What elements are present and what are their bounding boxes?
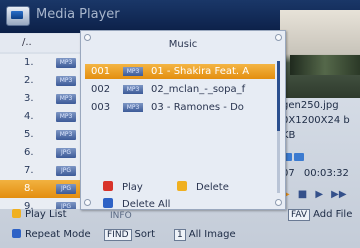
file-number: 2. — [24, 75, 34, 86]
delete-label: Delete — [196, 182, 229, 193]
blue-key-icon — [12, 229, 21, 238]
one-key: 1 — [174, 229, 186, 241]
file-row[interactable]: 1. MP3 — [0, 54, 80, 72]
play-action[interactable]: Play — [103, 181, 143, 193]
all-image-label: All Image — [188, 229, 236, 240]
jpg-file-icon: JPG — [56, 184, 76, 194]
track-name: 01 - Shakira Feat. A — [151, 66, 250, 77]
file-number: 3. — [24, 93, 34, 104]
repeat-mode-hint[interactable]: Repeat Mode — [12, 229, 91, 240]
file-number: 7. — [24, 165, 34, 176]
track-row[interactable]: 003 MP3 03 - Ramones - Do — [85, 100, 275, 115]
media-player-icon — [6, 6, 30, 26]
fast-forward-icon[interactable]: ▶▶ — [331, 189, 346, 200]
mp3-file-icon: MP3 — [123, 67, 143, 76]
add-file-label: Add File — [313, 209, 353, 220]
play-label: Play — [122, 182, 143, 193]
file-number: 1. — [24, 57, 34, 68]
corner-rivet — [275, 199, 282, 206]
mp3-file-icon: MP3 — [123, 103, 143, 112]
track-index: 001 — [91, 66, 111, 77]
track-index: 003 — [91, 102, 111, 113]
dialog-title: Music — [168, 39, 198, 50]
fav-key: FAV — [288, 209, 311, 221]
mp3-file-icon: MP3 — [56, 94, 76, 104]
parent-folder-label: /.. — [22, 37, 32, 48]
corner-rivet — [84, 199, 91, 206]
file-number: 6. — [24, 147, 34, 158]
jpg-file-icon: JPG — [56, 148, 76, 158]
file-row-selected[interactable]: 8. JPG — [0, 180, 80, 198]
mp3-file-icon: MP3 — [56, 130, 76, 140]
sort-label: Sort — [134, 229, 156, 240]
play-next-icon[interactable]: ▶ — [315, 189, 323, 200]
key-legend: Play List INFO FAV Add File Repeat Mode F… — [0, 205, 360, 248]
app-title: Media Player — [36, 7, 120, 22]
transport-controls: ▶ ■ ▶ ▶▶ — [282, 182, 360, 200]
file-number: 5. — [24, 129, 34, 140]
blue-key-icon — [103, 198, 113, 208]
track-row-selected[interactable]: 001 MP3 01 - Shakira Feat. A — [85, 64, 275, 79]
delete-all-action[interactable]: Delete All — [103, 198, 170, 210]
file-row[interactable]: 4. MP3 — [0, 108, 80, 126]
delete-all-label: Delete All — [122, 199, 171, 210]
file-row[interactable]: 6. JPG — [0, 144, 80, 162]
info-hint: INFO — [110, 211, 132, 221]
time-total: 00:03:32 — [303, 168, 349, 179]
file-row[interactable]: 7. JPG — [0, 162, 80, 180]
scrollbar-thumb[interactable] — [277, 61, 280, 131]
file-name: gen250.jpg — [282, 100, 339, 111]
music-dialog: Music 001 MP3 01 - Shakira Feat. A 002 M… — [80, 30, 286, 210]
sort-hint[interactable]: FIND Sort — [104, 229, 155, 241]
parent-folder-row[interactable]: /.. — [0, 34, 80, 52]
fav-hint[interactable]: FAV Add File — [288, 209, 352, 221]
mp3-file-icon: MP3 — [56, 112, 76, 122]
play-list-label: Play List — [25, 209, 67, 220]
image-resolution: 0X1200X24 b — [282, 115, 350, 126]
info-label: INFO — [110, 211, 132, 221]
track-scrollbar[interactable] — [277, 61, 280, 193]
mp3-file-icon: MP3 — [56, 58, 76, 68]
find-key: FIND — [104, 229, 132, 241]
file-row[interactable]: 5. MP3 — [0, 126, 80, 144]
track-index: 002 — [91, 84, 111, 95]
mp3-file-icon: MP3 — [56, 76, 76, 86]
media-player-screen: Media Player /.. 1. MP3 2. MP3 3. MP3 4.… — [0, 0, 360, 248]
all-image-hint[interactable]: 1 All Image — [174, 229, 236, 241]
jpg-file-icon: JPG — [56, 166, 76, 176]
stop-icon[interactable]: ■ — [298, 189, 307, 200]
file-list: /.. 1. MP3 2. MP3 3. MP3 4. MP3 5. MP3 6… — [0, 34, 80, 209]
play-list-hint[interactable]: Play List — [12, 209, 67, 220]
playback-time: 07 00:03:32 — [282, 168, 355, 179]
file-row[interactable]: 3. MP3 — [0, 90, 80, 108]
yellow-key-icon — [12, 209, 21, 218]
delete-action[interactable]: Delete — [177, 181, 229, 193]
track-name: 03 - Ramones - Do — [151, 102, 244, 113]
red-key-icon — [103, 181, 113, 191]
repeat-mode-label: Repeat Mode — [25, 229, 91, 240]
mp3-file-icon: MP3 — [123, 85, 143, 94]
track-row[interactable]: 002 MP3 02_mclan_-_sopa_f — [85, 82, 275, 97]
image-preview — [280, 10, 360, 98]
file-row[interactable]: 2. MP3 — [0, 72, 80, 90]
file-number: 8. — [24, 183, 34, 194]
yellow-key-icon — [177, 181, 187, 191]
file-number: 4. — [24, 111, 34, 122]
track-name: 02_mclan_-_sopa_f — [151, 84, 246, 95]
